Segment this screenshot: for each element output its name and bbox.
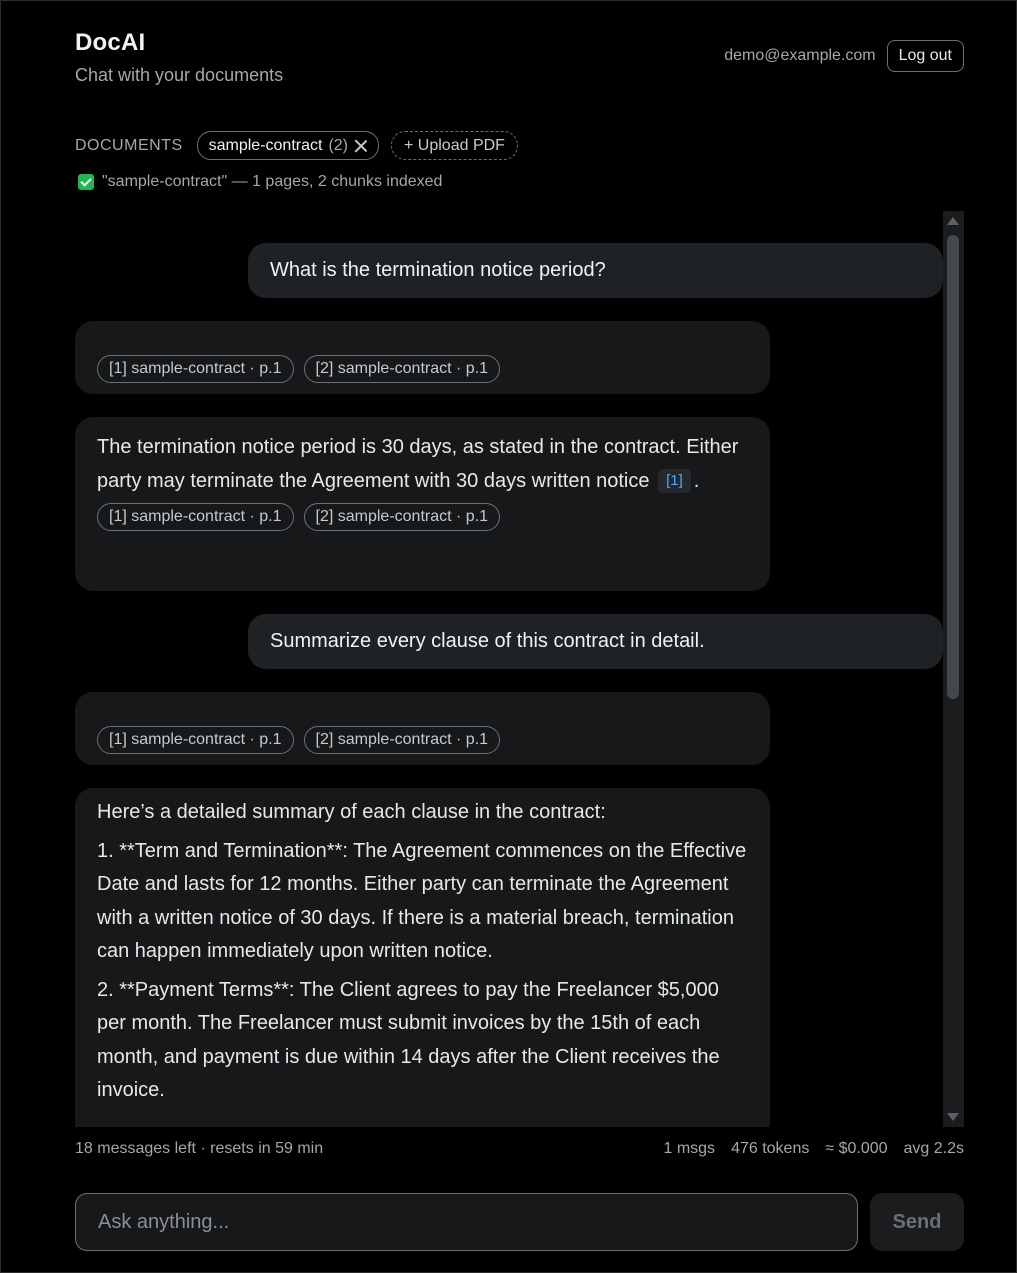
user-message-text: Summarize every clause of this contract … [270,630,705,652]
documents-bar: DOCUMENTS sample-contract (2) + Upload P… [75,131,518,160]
cost-estimate: ≈ $0.000 [825,1140,888,1157]
upload-pdf-button[interactable]: + Upload PDF [391,131,518,160]
citation-list: [1] sample-contract · p.1 [2] sample-con… [97,355,748,383]
avg-latency: avg 2.2s [903,1140,964,1157]
citation-chip[interactable]: [1] sample-contract · p.1 [97,726,294,754]
logout-button[interactable]: Log out [886,40,964,72]
user-email: demo@example.com [724,47,876,64]
assistant-message-paragraph: 1. **Term and Termination**: The Agreeme… [97,839,747,963]
message-text: The termination notice period is 30 days… [97,436,739,492]
quota-text: 18 messages left · resets in 59 min [75,1140,324,1157]
citation-chip[interactable]: [1] sample-contract · p.1 [97,355,294,383]
ask-input[interactable] [75,1193,858,1251]
citation-chip[interactable]: [2] sample-contract · p.1 [303,726,501,754]
assistant-message: Here’s a detailed summary of each clause… [75,788,770,1127]
usage-stats: 18 messages left · resets in 59 min 1 ms… [75,1140,964,1158]
chat-messages: What is the termination notice period? [… [75,211,943,1127]
send-button[interactable]: Send [870,1193,964,1251]
composer: Send [75,1193,964,1251]
citation-list: [1] sample-contract · p.1 [2] sample-con… [97,503,748,531]
assistant-message: [1] sample-contract · p.1 [2] sample-con… [75,321,770,394]
document-chip[interactable]: sample-contract (2) [196,131,379,160]
check-icon [78,174,94,190]
app-header: DocAI Chat with your documents demo@exam… [75,29,964,93]
user-message: Summarize every clause of this contract … [248,614,943,669]
index-status: "sample-contract" — 1 pages, 2 chunks in… [78,173,442,191]
scroll-up-icon[interactable] [947,217,959,225]
assistant-message-text: The termination notice period is 30 days… [97,431,748,498]
index-status-text: "sample-contract" — 1 pages, 2 chunks in… [102,173,443,190]
citation-chip[interactable]: [2] sample-contract · p.1 [303,355,501,383]
citation-chip[interactable]: [2] sample-contract · p.1 [303,503,501,531]
message-text: . [693,469,700,492]
chat-scrollbar[interactable] [943,211,964,1127]
session-stats: 1 msgs 476 tokens ≈ $0.000 avg 2.2s [663,1140,964,1158]
assistant-message-intro: Here’s a detailed summary of each clause… [97,801,606,823]
assistant-message: [1] sample-contract · p.1 [2] sample-con… [75,692,770,765]
remove-document-icon[interactable] [354,139,368,153]
citation-chip[interactable]: [1] sample-contract · p.1 [97,503,294,531]
assistant-message: The termination notice period is 30 days… [75,417,770,591]
assistant-message-paragraph: 2. **Payment Terms**: The Client agrees … [97,978,720,1102]
document-chip-name: sample-contract [208,136,323,154]
token-count: 476 tokens [731,1140,810,1157]
documents-label: DOCUMENTS [75,136,183,154]
citation-list: [1] sample-contract · p.1 [2] sample-con… [97,726,748,754]
scrollbar-thumb[interactable] [947,235,959,699]
document-chip-count: (2) [328,136,348,154]
inline-citation[interactable]: [1] [658,469,691,494]
user-message-text: What is the termination notice period? [270,259,606,281]
message-count: 1 msgs [663,1140,716,1157]
scroll-down-icon[interactable] [947,1113,959,1121]
account-area: demo@example.com Log out [724,40,964,72]
user-message: What is the termination notice period? [248,243,943,298]
